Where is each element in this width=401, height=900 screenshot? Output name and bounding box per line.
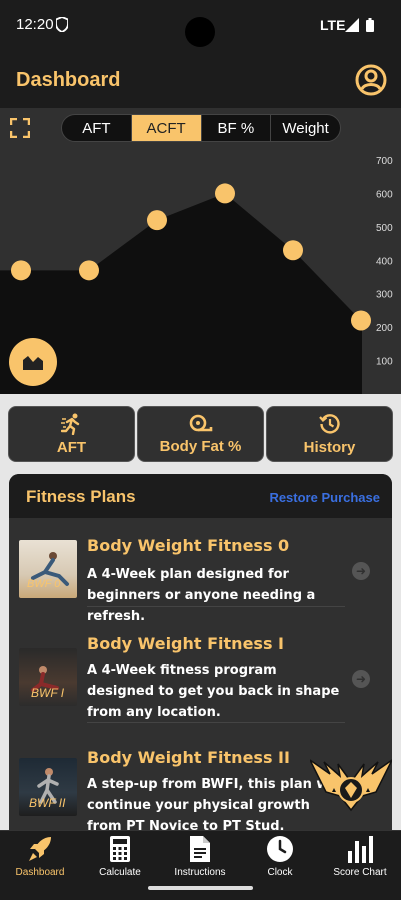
plan-description: A 4-Week fitness program designed to get… xyxy=(87,663,340,720)
tab-aft[interactable]: AFT xyxy=(62,115,132,141)
y-tick-label: 400 xyxy=(376,256,393,267)
area-chart-icon xyxy=(23,356,43,370)
plan-name: Body Weight Fitness II xyxy=(87,748,290,767)
y-tick-label: 300 xyxy=(376,290,393,301)
plan-thumbnail: BWF 0 xyxy=(19,540,77,598)
score-chart: 700 600 500 400 300 200 100 xyxy=(0,150,401,394)
account-icon[interactable] xyxy=(355,64,387,96)
plans-header: Fitness Plans Restore Purchase xyxy=(9,474,392,518)
tile-label-body-fat: Body Fat % xyxy=(159,437,242,455)
chart-type-tabs: AFT ACFT BF % Weight xyxy=(61,114,341,142)
plan-separator xyxy=(87,606,345,607)
history-icon xyxy=(318,413,340,433)
bar-chart-icon xyxy=(348,836,373,863)
chevron-right-icon: ➜ xyxy=(352,670,370,688)
y-tick-label: 500 xyxy=(376,223,393,234)
battery-icon xyxy=(366,18,374,32)
app-bar: Dashboard xyxy=(0,52,401,108)
running-icon xyxy=(60,413,79,435)
nav-clock[interactable]: Clock xyxy=(240,835,320,883)
status-time: 12:20 xyxy=(16,16,54,33)
history-tile[interactable]: History xyxy=(266,406,393,462)
calculator-icon xyxy=(110,836,130,862)
plan-item-bwf0[interactable]: BWF 0 Body Weight Fitness 0 A 4-Week pla… xyxy=(9,530,392,624)
nav-instructions[interactable]: Instructions xyxy=(160,835,240,883)
clock-icon xyxy=(267,836,293,862)
nav-label-dashboard: Dashboard xyxy=(15,867,65,878)
shield-icon xyxy=(56,17,68,32)
body-fat-tile[interactable]: Body Fat % xyxy=(137,406,264,462)
nav-label-calculate: Calculate xyxy=(99,867,141,878)
plan-thumbnail: BWF I xyxy=(19,648,77,706)
data-point[interactable] xyxy=(79,260,99,281)
camera-cutout xyxy=(185,17,215,47)
thumb-caption: BWF I xyxy=(31,686,65,700)
plan-separator xyxy=(87,722,345,723)
network-label: LTE xyxy=(320,17,346,33)
aft-tile[interactable]: AFT xyxy=(8,406,135,462)
tab-bf[interactable]: BF % xyxy=(202,115,272,141)
signal-icon xyxy=(345,18,359,32)
plan-item-bwf1[interactable]: BWF I Body Weight Fitness I A 4-Week fit… xyxy=(9,630,392,730)
plans-title: Fitness Plans xyxy=(26,487,136,506)
chevron-right-icon: ➜ xyxy=(352,562,370,580)
thumb-caption: BWF 0 xyxy=(27,578,61,590)
plan-name: Body Weight Fitness 0 xyxy=(87,536,290,555)
data-point[interactable] xyxy=(147,210,167,231)
status-bar: 12:20 LTE xyxy=(0,0,401,52)
rocket-icon xyxy=(29,837,51,861)
page-title: Dashboard xyxy=(16,69,121,91)
data-point[interactable] xyxy=(351,310,371,331)
data-point[interactable] xyxy=(283,240,303,261)
nav-calculate[interactable]: Calculate xyxy=(80,835,160,883)
y-tick-label: 100 xyxy=(376,357,393,368)
restore-purchase-link[interactable]: Restore Purchase xyxy=(269,490,380,505)
y-tick-label: 200 xyxy=(376,323,393,334)
y-tick-label: 600 xyxy=(376,189,393,200)
plan-description: A step-up from BWFI, this plan will cont… xyxy=(87,777,342,830)
eagle-logo-button[interactable] xyxy=(310,752,392,814)
plan-description: A 4-Week plan designed for beginners or … xyxy=(87,567,316,624)
tab-acft[interactable]: ACFT xyxy=(131,115,202,141)
plan-name: Body Weight Fitness I xyxy=(87,634,284,653)
nav-score-chart[interactable]: Score Chart xyxy=(320,835,400,883)
nav-label-clock: Clock xyxy=(267,867,293,878)
fullscreen-icon[interactable] xyxy=(10,118,30,138)
document-icon xyxy=(190,836,210,862)
tile-label-aft: AFT xyxy=(56,438,87,456)
tile-label-history: History xyxy=(303,438,356,456)
tape-measure-icon xyxy=(189,414,212,431)
y-tick-label: 700 xyxy=(376,156,393,167)
chart-toggle-button[interactable] xyxy=(9,338,57,386)
tab-weight[interactable]: Weight xyxy=(271,115,340,141)
nav-label-score-chart: Score Chart xyxy=(333,867,387,878)
data-point[interactable] xyxy=(215,183,235,204)
home-indicator xyxy=(148,886,253,890)
plan-thumbnail: BWF II xyxy=(19,758,77,816)
nav-dashboard[interactable]: Dashboard xyxy=(0,835,80,883)
data-point[interactable] xyxy=(11,260,31,281)
thumb-caption: BWF II xyxy=(29,796,66,810)
nav-label-instructions: Instructions xyxy=(174,867,226,878)
